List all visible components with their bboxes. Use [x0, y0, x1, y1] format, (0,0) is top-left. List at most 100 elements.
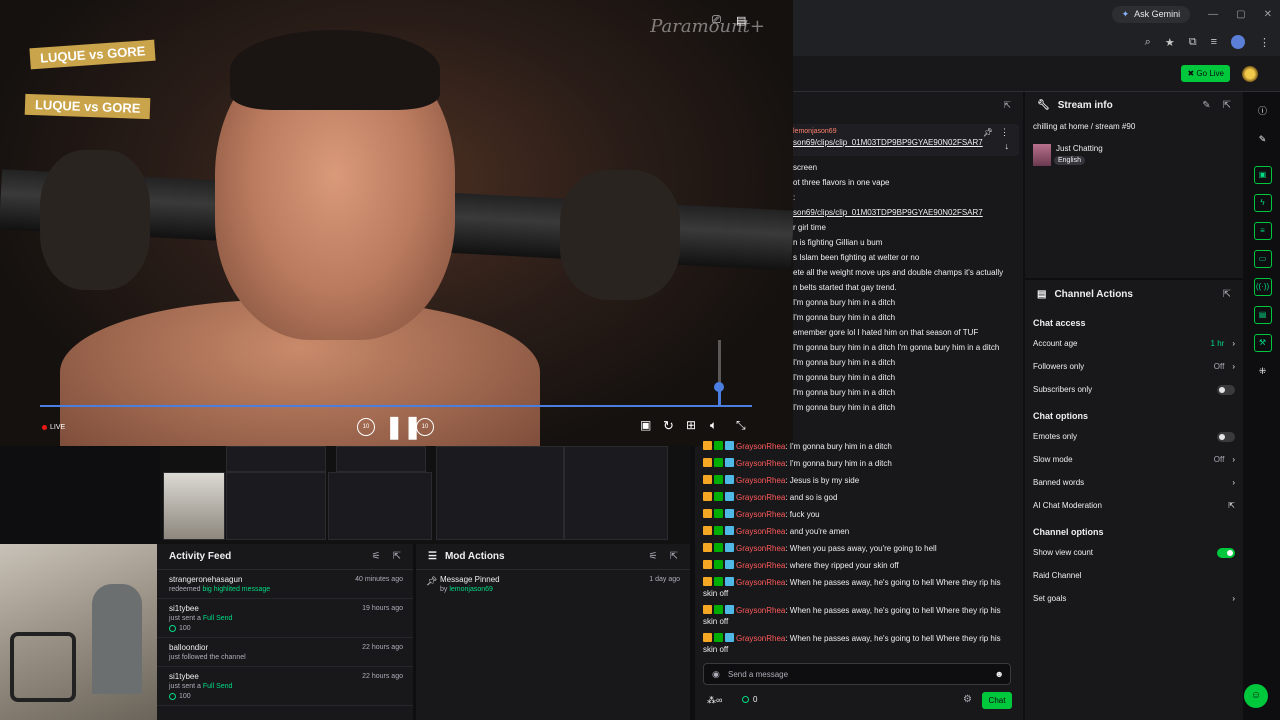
- volume-icon[interactable]: 🔈︎: [710, 418, 717, 433]
- channel-points[interactable]: 0: [742, 695, 757, 704]
- filter-icon[interactable]: ⚟: [649, 551, 658, 562]
- zoom-icon[interactable]: ⌕: [1145, 36, 1151, 49]
- popout-icon[interactable]: ⇱: [1223, 289, 1231, 300]
- chat-message: ete all the weight move ups and double c…: [793, 268, 1004, 277]
- chat-username[interactable]: GraysonRhea: [736, 606, 785, 615]
- rail-bolt-button[interactable]: ϟ: [1253, 194, 1272, 212]
- chat-link[interactable]: son69/clips/clip_01M03TDP9BP9GYAE90N02FS…: [793, 205, 1021, 220]
- chat-settings-icon[interactable]: ⚙: [963, 694, 972, 705]
- expand-chevron-icon[interactable]: ↓: [1005, 141, 1010, 151]
- popout-icon[interactable]: ⇱: [670, 551, 678, 562]
- close-button[interactable]: ✕: [1264, 9, 1272, 20]
- ask-gemini-button[interactable]: ✦ Ask Gemini: [1111, 5, 1191, 23]
- pinned-message[interactable]: lemonjason69 son69/clips/clip_01M03TDP9B…: [793, 124, 1019, 156]
- rail-clip-button[interactable]: ▣: [1253, 166, 1272, 184]
- restart-icon[interactable]: ↻: [663, 418, 674, 434]
- mod-actions-title: Mod Actions: [444, 551, 505, 562]
- cast-icon[interactable]: ⎚: [712, 14, 721, 27]
- pin-icon[interactable]: 📌︎: [983, 128, 993, 137]
- chat-popout-icon[interactable]: ⇱: [1003, 100, 1011, 111]
- edit-icon[interactable]: ✎: [1254, 130, 1272, 148]
- extensions-icon[interactable]: ⧉: [1189, 36, 1197, 49]
- activity-feed-item[interactable]: balloondior 22 hours ago just followed the…: [157, 638, 413, 667]
- mod-action-item[interactable]: 📌︎ Message Pinned 1 day ago by lemonjaso…: [416, 570, 690, 598]
- chat-username[interactable]: GraysonRhea: [736, 459, 785, 468]
- chat-username[interactable]: GraysonRhea: [736, 578, 785, 587]
- banned-words-row[interactable]: Banned words ›: [1025, 471, 1243, 494]
- popout-icon[interactable]: ⇱: [393, 551, 401, 562]
- banned-words-label: Banned words: [1033, 478, 1085, 487]
- mod-actions-header: ☰ Mod Actions ⚟ ⇱: [416, 544, 690, 570]
- account-age-row[interactable]: Account age 1 hr ›: [1025, 332, 1243, 355]
- rail-broadcast-button[interactable]: ((·)): [1253, 278, 1272, 296]
- maximize-button[interactable]: ▢: [1236, 9, 1245, 20]
- help-chat-button[interactable]: ☺: [1244, 684, 1268, 708]
- emote-picker-icon[interactable]: ☻: [995, 669, 1004, 679]
- rail-server-button[interactable]: ▤: [1253, 306, 1272, 324]
- captions-icon[interactable]: ▤: [736, 14, 746, 27]
- chat-input[interactable]: ◉ Send a message ☻: [703, 663, 1011, 685]
- popout-icon[interactable]: ⇱: [1223, 100, 1231, 111]
- chat-message: GraysonRhea: When he passes away, he's g…: [703, 602, 1017, 630]
- chat-username[interactable]: GraysonRhea: [736, 561, 785, 570]
- channel-avatar[interactable]: [1242, 66, 1258, 82]
- chat-username[interactable]: GraysonRhea: [736, 476, 785, 485]
- set-goals-row[interactable]: Set goals ›: [1025, 587, 1243, 610]
- background-person: [560, 170, 680, 300]
- activity-feed-item[interactable]: si1tybee 19 hours ago just sent a Full Sen…: [157, 599, 413, 638]
- subscribers-only-toggle[interactable]: [1217, 384, 1235, 395]
- emotes-only-label: Emotes only: [1033, 432, 1078, 441]
- show-view-count-toggle[interactable]: [1217, 547, 1235, 558]
- episodes-icon[interactable]: ▣: [640, 418, 651, 432]
- pinned-menu-icon[interactable]: ⋮: [1000, 127, 1009, 138]
- chat-username[interactable]: GraysonRhea: [736, 442, 785, 451]
- add-widget-icon[interactable]: ⁜: [1254, 362, 1272, 380]
- exit-fullscreen-icon[interactable]: ⤡: [736, 418, 746, 433]
- pinned-link[interactable]: son69/clips/clip_01M03TDP9BP9GYAE90N02FS…: [793, 138, 1019, 147]
- info-icon[interactable]: ⓘ: [1254, 102, 1272, 120]
- rail-wrench-button[interactable]: ⚒: [1253, 334, 1272, 352]
- progress-bar[interactable]: [40, 405, 752, 407]
- preview-thumbnail: [226, 472, 326, 540]
- followers-only-row[interactable]: Followers only Off ›: [1025, 355, 1243, 378]
- chat-message: GraysonRhea: I'm gonna bury him in a dit…: [703, 455, 1017, 472]
- rail-chat-button[interactable]: ▭: [1253, 250, 1272, 268]
- slow-mode-row[interactable]: Slow mode Off ›: [1025, 448, 1243, 471]
- rail-list-button[interactable]: ≡: [1253, 222, 1272, 240]
- edit-icon[interactable]: ✎: [1202, 100, 1210, 111]
- stream-category[interactable]: Just Chatting: [1056, 144, 1103, 153]
- chat-username[interactable]: GraysonRhea: [736, 544, 785, 553]
- go-live-button[interactable]: ✖ Go Live: [1181, 65, 1230, 82]
- preview-thumbnail: [564, 446, 668, 540]
- profile-avatar[interactable]: [1231, 35, 1245, 49]
- rewind-icon: 10: [357, 418, 375, 436]
- minimize-button[interactable]: —: [1208, 9, 1218, 20]
- video-player[interactable]: LUQUE vs GORE LUQUE vs GORE Paramount+ ⎚…: [0, 0, 793, 446]
- raid-channel-row[interactable]: Raid Channel: [1025, 564, 1243, 587]
- tab-search-icon[interactable]: ≡: [1211, 36, 1217, 48]
- volume-handle[interactable]: [714, 382, 724, 392]
- vip-badge-icon: [725, 475, 734, 484]
- chat-username[interactable]: GraysonRhea: [736, 510, 785, 519]
- activity-feed-item[interactable]: si1tybee 22 hours ago just sent a Full Sen…: [157, 667, 413, 706]
- chat-send-button[interactable]: Chat: [982, 692, 1012, 709]
- menu-kebab-icon[interactable]: ⋮: [1259, 36, 1270, 49]
- channel-points-icon: [169, 625, 176, 632]
- stream-info-header: 🔧︎ Stream info ✎ ⇱: [1025, 92, 1243, 118]
- multiview-icon[interactable]: ⊞: [686, 418, 696, 432]
- activity-feed-item[interactable]: strangeronehasagun 40 minutes ago redeemed…: [157, 570, 413, 599]
- ai-moderation-row[interactable]: AI Chat Moderation ⇱: [1025, 494, 1243, 517]
- mod-action-user[interactable]: lemonjason69: [449, 586, 493, 593]
- filter-icon[interactable]: ⚟: [372, 551, 381, 562]
- preview-thumbnail: [226, 446, 326, 472]
- forward-button[interactable]: 10: [416, 418, 434, 436]
- chat-username[interactable]: GraysonRhea: [736, 527, 785, 536]
- chevron-right-icon: ›: [1232, 339, 1235, 348]
- rewind-button[interactable]: 10: [357, 418, 375, 436]
- emotes-only-toggle[interactable]: [1217, 431, 1235, 442]
- bookmark-star-icon[interactable]: ★: [1165, 36, 1175, 49]
- chat-username[interactable]: GraysonRhea: [736, 634, 785, 643]
- chat-username[interactable]: GraysonRhea: [736, 493, 785, 502]
- bits-icon[interactable]: ⁂∞: [707, 695, 722, 706]
- mod-badge-icon: [714, 526, 723, 535]
